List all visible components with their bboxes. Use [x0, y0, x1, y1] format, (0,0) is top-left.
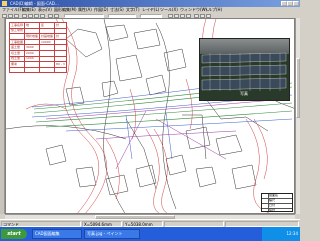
frame-divider — [262, 198, 292, 199]
table-cell — [39, 66, 56, 74]
site-photo[interactable]: 写真 — [199, 38, 290, 101]
drawing-canvas[interactable]: 工事名称 地 区 計 施工場所 現状地盤 計画地盤 計 工事範囲 10000 盛… — [5, 18, 295, 214]
vertical-scroll-thumb[interactable] — [296, 58, 300, 118]
taskbar-item[interactable]: 写真.jpg - ペイント — [84, 229, 140, 239]
taskbar-item[interactable]: CAD図面編集 — [32, 229, 82, 239]
quantity-table: 工事名称 地 区 計 施工場所 現状地盤 計画地盤 計 工事範囲 10000 盛… — [8, 22, 67, 74]
photo-caption: 写真 — [240, 91, 249, 97]
frame-label: 図面名 — [269, 193, 279, 197]
window-title: CAD(D)编辑 - 図面-CAD… — [10, 1, 59, 6]
title-bar: CAD(D)编辑 - 図面-CAD… — [0, 0, 300, 7]
table-cell — [8, 66, 26, 74]
frame-divider — [262, 203, 292, 204]
taskbar: start CAD図面編集 写真.jpg - ペイント 12:34 — [0, 227, 300, 241]
table-cell — [54, 66, 67, 74]
clock: 12:34 — [286, 231, 298, 236]
frame-label: 日付 — [269, 203, 276, 207]
vertical-scrollbar[interactable] — [295, 18, 300, 214]
frame-divider — [262, 208, 292, 209]
frame-label: 設計 — [269, 208, 276, 212]
title-frame: 図面名 縮尺 日付 設計 — [261, 193, 293, 212]
system-tray: 12:34 — [262, 227, 300, 241]
app-icon[interactable] — [2, 1, 7, 6]
table-cell — [24, 66, 41, 74]
close-button[interactable] — [293, 1, 299, 6]
table-row — [8, 66, 67, 74]
frame-label: 縮尺 — [269, 198, 276, 202]
start-button[interactable]: start — [1, 229, 27, 239]
